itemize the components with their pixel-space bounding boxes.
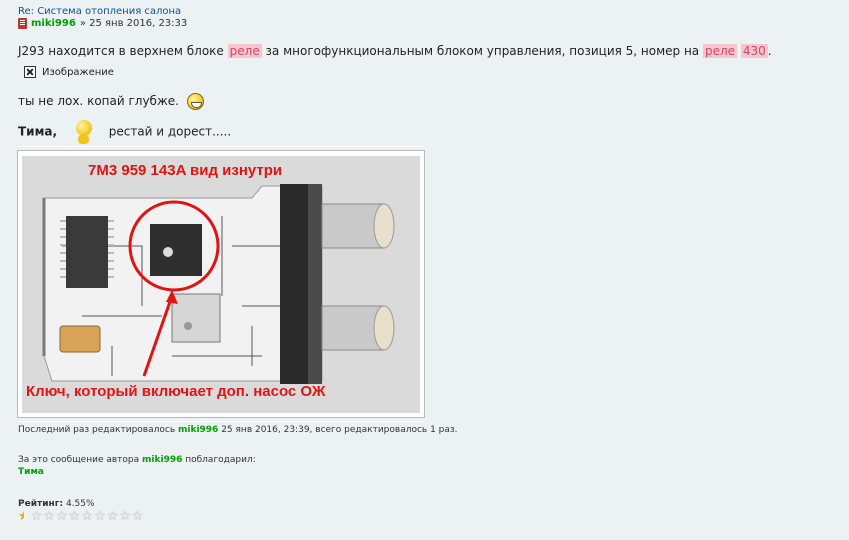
post-text-line-3: Тима, рестай и дорест..... <box>18 118 231 146</box>
rating-star-icon[interactable]: ☆ <box>119 510 131 523</box>
rating-star-icon[interactable]: ☆ <box>132 510 144 523</box>
post-icon[interactable] <box>18 18 27 29</box>
rating-star-icon[interactable]: ☆ <box>94 510 106 523</box>
post-photo[interactable]: 7M3 959 143A вид изнутри Ключ, который в… <box>17 150 425 418</box>
post-text-line-2: ты не лох. копай глубже. <box>18 93 204 110</box>
thanks-users: Тима <box>18 467 44 477</box>
edit-suffix: 25 янв 2016, 23:39, всего редактировалос… <box>221 425 458 435</box>
thanks-author[interactable]: miki996 <box>142 455 182 465</box>
relay-board-illustration <box>22 156 420 413</box>
post-title-link[interactable]: Re: Система отопления салона <box>18 6 181 17</box>
edit-notice: Последний раз редактировалось miki996 25… <box>18 425 458 435</box>
quoted-user-name: Тима, <box>18 124 58 139</box>
text-segment: ты не лох. копай глубже. <box>18 94 179 108</box>
rating-star-icon[interactable]: ☆ <box>56 510 68 523</box>
image-placeholder[interactable]: Изображение <box>24 66 114 78</box>
divider <box>18 146 424 147</box>
text-segment: за многофункциональным блоком управления… <box>265 44 700 58</box>
thanks-suffix: поблагодарил: <box>185 455 256 465</box>
rating-star-icon[interactable]: ☆ <box>31 510 43 523</box>
post-date: » 25 янв 2016, 23:33 <box>79 18 188 29</box>
thanks-notice: За это сообщение автора miki996 поблагод… <box>18 455 256 465</box>
highlight-word: реле <box>227 44 262 58</box>
post-author-line: miki996 » 25 янв 2016, 23:33 <box>18 18 187 29</box>
thinking-smiley-icon <box>67 118 99 146</box>
rating-label: Рейтинг: <box>18 499 64 509</box>
rating-line: Рейтинг: 4.55% <box>18 499 95 509</box>
relay-board-photo: 7M3 959 143A вид изнутри Ключ, который в… <box>22 156 420 413</box>
rating-star-icon[interactable]: ☆ <box>107 510 119 523</box>
thanks-label: За это сообщение автора <box>18 455 140 465</box>
rating-stars[interactable]: ★ ☆ ☆ ☆ ☆ ☆ ☆ ☆ ☆ ☆ <box>18 510 144 523</box>
divider <box>18 421 424 422</box>
text-segment: J293 находится в верхнем блоке <box>18 44 224 58</box>
forum-post: Re: Система отопления салона miki996 » 2… <box>0 0 849 540</box>
image-placeholder-label: Изображение <box>42 66 114 78</box>
highlight-word: реле <box>703 44 738 58</box>
broken-image-icon <box>24 66 36 78</box>
rating-star-icon[interactable]: ☆ <box>81 510 93 523</box>
grin-smiley-icon <box>186 93 204 110</box>
post-text-line-1: J293 находится в верхнем блоке реле за м… <box>18 44 772 58</box>
thanks-user-link[interactable]: Тима <box>18 467 44 477</box>
edit-prefix: Последний раз редактировалось <box>18 425 176 435</box>
text-segment: рестай и дорест..... <box>108 124 232 139</box>
rating-star-icon[interactable]: ☆ <box>69 510 81 523</box>
rating-star-icon[interactable]: ★ <box>18 510 24 523</box>
edit-username[interactable]: miki996 <box>178 425 218 435</box>
rating-value: 4.55% <box>65 499 95 509</box>
photo-title-text: 7M3 959 143A вид изнутри <box>88 162 283 179</box>
text-segment: . <box>767 44 772 58</box>
photo-caption-text: Ключ, который включает доп. насос ОЖ <box>26 383 326 400</box>
author-username[interactable]: miki996 <box>31 18 76 29</box>
highlight-number: 430 <box>740 44 768 58</box>
rating-star-icon[interactable]: ☆ <box>43 510 55 523</box>
